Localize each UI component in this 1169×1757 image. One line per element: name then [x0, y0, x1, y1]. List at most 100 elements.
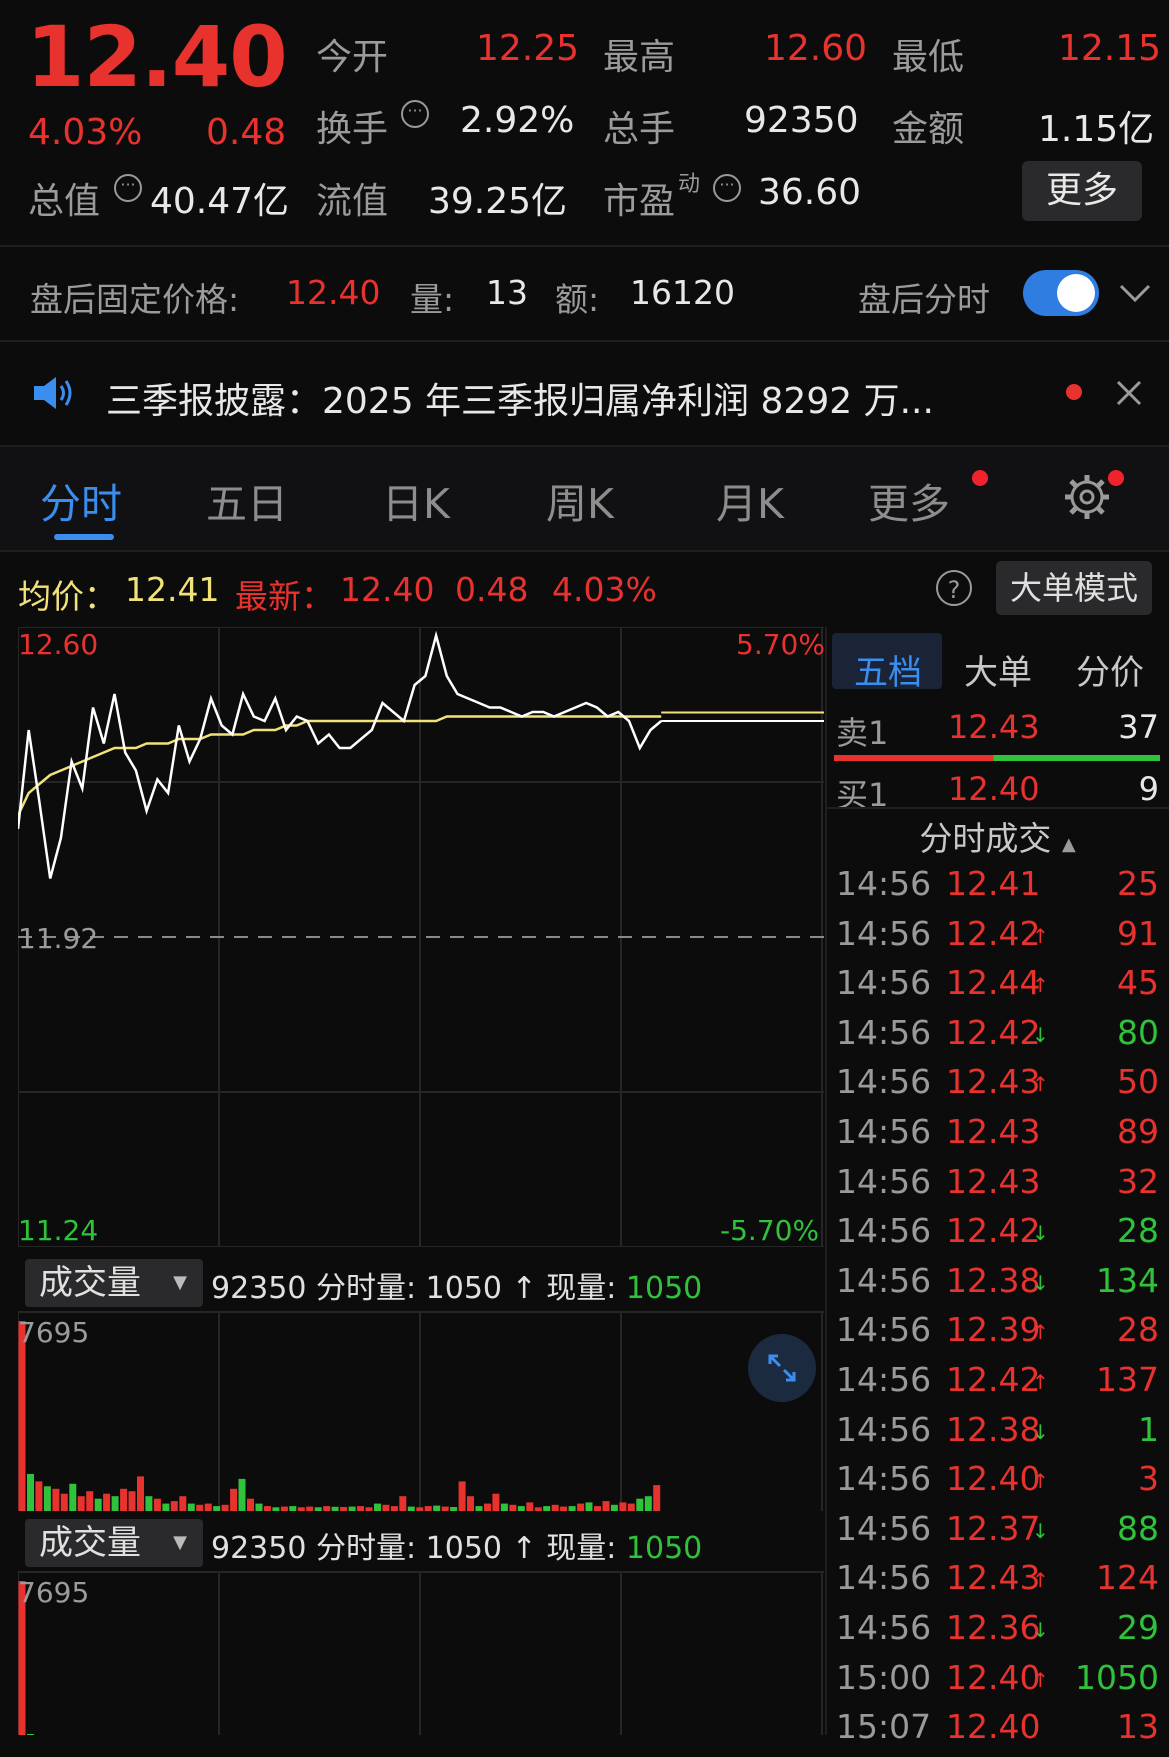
trade-direction-arrow: ↑ [1032, 1568, 1049, 1593]
intraday-price-chart[interactable] [18, 627, 824, 1247]
volume-bar [390, 1506, 398, 1511]
volume-bar [69, 1483, 77, 1511]
trade-direction-arrow: ↓ [1032, 1221, 1049, 1246]
volume-bar [255, 1503, 263, 1511]
volume-bar [610, 1504, 618, 1511]
volume-bar [179, 1496, 187, 1511]
tab-intraday[interactable]: 分时 [40, 470, 122, 530]
trade-row: 14:56 12.43 89 [836, 1112, 1159, 1162]
volume-chart-2[interactable] [18, 1571, 824, 1735]
volume-bar [399, 1496, 407, 1511]
pe-value: 36.60 [758, 172, 862, 213]
up-arrow: ↑ [511, 1531, 537, 1566]
minute-vol: 1050 [425, 1531, 502, 1566]
unread-dot [1066, 384, 1082, 400]
volume-bar [128, 1491, 136, 1511]
side-tab-price-dist[interactable]: 分价 [1076, 645, 1144, 694]
trade-row: 14:56 12.43 32 [836, 1162, 1159, 1212]
big-order-mode-button[interactable]: 大单模式 [996, 561, 1152, 615]
tab-more[interactable]: 更多 [868, 470, 950, 530]
trade-row: 14:56 12.42 ↑ 137 [836, 1360, 1159, 1410]
notice-text[interactable]: 三季报披露：2025 年三季报归属净利润 8292 万... [106, 372, 934, 424]
volume-bar [585, 1502, 593, 1511]
volume-bar [509, 1504, 517, 1511]
change-amount: 0.48 [206, 112, 287, 153]
trade-volume: 80 [1117, 1012, 1159, 1052]
side-tab-five-level[interactable]: 五档 [854, 645, 922, 694]
trade-volume: 45 [1117, 963, 1159, 1003]
open-value: 12.25 [476, 28, 580, 69]
trade-volume: 3 [1138, 1459, 1159, 1499]
trade-time: 14:56 [836, 1211, 932, 1251]
market-cap-info-icon[interactable]: ··· [114, 174, 142, 202]
tab-weekly-k[interactable]: 周K [546, 470, 614, 530]
volume-bar [416, 1507, 424, 1511]
trade-direction-arrow: ↑ [1032, 973, 1049, 998]
after-hours-amt: 16120 [630, 273, 735, 312]
volume-bar [374, 1503, 381, 1511]
tab-daily-k[interactable]: 日K [382, 470, 450, 530]
after-hours-toggle[interactable] [1023, 270, 1099, 316]
volume-header: 成交量 ▼ 92350 分时量: 1050 ↑ 现量: 1050 [25, 1259, 825, 1307]
volume-bar [467, 1496, 474, 1511]
volume-bar [441, 1506, 449, 1511]
turnover-info-icon[interactable]: ··· [401, 100, 429, 128]
trade-direction-arrow: ↓ [1032, 1270, 1049, 1295]
chart-top-pct: 5.70% [736, 628, 825, 661]
expand-button[interactable] [748, 1334, 816, 1402]
high-value: 12.60 [764, 28, 868, 69]
volume-bar [475, 1506, 483, 1511]
trade-row: 14:56 12.37 ↓ 88 [836, 1509, 1159, 1559]
expand-icon [768, 1354, 796, 1382]
volume-bar [500, 1503, 508, 1511]
volume-bar [272, 1507, 280, 1511]
sell1-price: 12.43 [948, 708, 1040, 746]
volume-bar [103, 1493, 111, 1511]
help-icon[interactable]: ? [936, 570, 972, 606]
gear-icon[interactable] [1062, 472, 1112, 522]
change-percent: 4.03% [28, 112, 143, 153]
trade-price: 12.43 [946, 1112, 1041, 1151]
trade-direction-arrow: ↓ [1032, 1518, 1049, 1543]
chart-top-price: 12.60 [18, 628, 99, 661]
minute-vol-label: 分时量: [315, 1271, 417, 1306]
trade-direction-arrow: ↑ [1032, 1072, 1049, 1097]
volume-total: 92350 [211, 1271, 307, 1306]
trade-volume: 134 [1096, 1260, 1159, 1300]
current-vol: 1050 [625, 1271, 703, 1306]
close-icon[interactable] [1114, 378, 1144, 408]
buy1-volume: 9 [1138, 770, 1159, 808]
avg-price-line [18, 715, 662, 817]
volume-total: 92350 [211, 1531, 307, 1566]
buy1-price: 12.40 [948, 770, 1040, 808]
volume-chart[interactable] [18, 1311, 824, 1511]
volume-bar [357, 1506, 364, 1511]
tab-five-day[interactable]: 五日 [206, 470, 288, 530]
trade-row: 14:56 12.38 ↓ 134 [836, 1261, 1159, 1311]
indicator-select-2[interactable]: 成交量 ▼ [25, 1519, 203, 1567]
speaker-icon [34, 377, 72, 409]
volume-bar [560, 1506, 568, 1511]
more-quote-button[interactable]: 更多 [1022, 161, 1142, 221]
trade-time: 14:56 [836, 1012, 932, 1052]
indicator-select[interactable]: 成交量 ▼ [25, 1259, 203, 1307]
ticks-header[interactable]: 分时成交 ▲ [826, 812, 1169, 860]
trade-price: 12.43 [946, 1558, 1041, 1598]
sell1-label: 卖1 [836, 714, 889, 752]
sort-up-icon: ▲ [1061, 834, 1076, 855]
trade-price: 12.37 [946, 1508, 1041, 1548]
chevron-down-icon[interactable] [1118, 282, 1152, 304]
trade-time: 15:00 [836, 1657, 932, 1697]
trade-row: 14:56 12.43 ↑ 50 [836, 1062, 1159, 1112]
trade-row: 14:56 12.43 ↑ 124 [836, 1558, 1159, 1608]
dropdown-caret-icon: ▼ [173, 1532, 187, 1553]
pe-info-icon[interactable]: ··· [713, 174, 741, 202]
volume-bar [137, 1476, 144, 1511]
side-tab-big-orders[interactable]: 大单 [964, 645, 1032, 694]
trade-time: 14:56 [836, 1161, 932, 1201]
trade-direction-arrow: ↓ [1032, 1618, 1049, 1642]
trade-time: 14:56 [836, 1310, 932, 1350]
indicator-select-label: 成交量 [39, 1523, 141, 1563]
tab-monthly-k[interactable]: 月K [716, 470, 784, 530]
trade-row: 14:56 12.42 ↓ 28 [836, 1211, 1159, 1261]
